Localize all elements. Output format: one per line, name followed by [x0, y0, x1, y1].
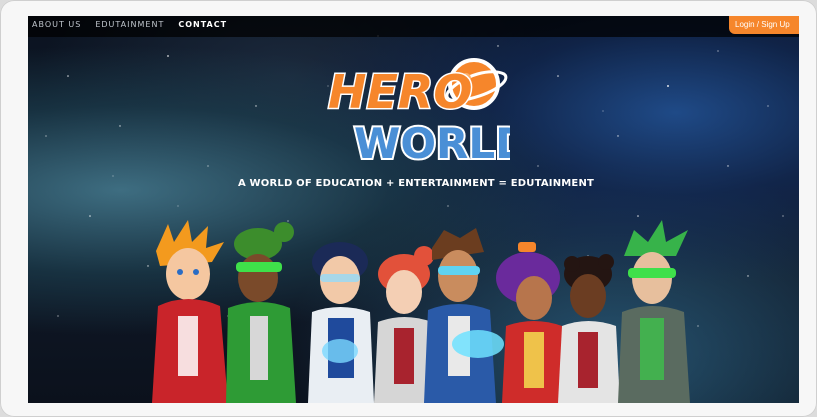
character-curly-hair: [558, 254, 620, 403]
device-frame: ABOUT US EDUTAINMENT CONTACT Login / Sig…: [0, 0, 817, 417]
character-orange-hair: [152, 220, 228, 403]
character-green-spiky-hair: [618, 220, 690, 403]
character-blue-hair: [308, 242, 374, 403]
hero-characters-illustration: [152, 220, 690, 403]
website-screen: ABOUT US EDUTAINMENT CONTACT Login / Sig…: [28, 16, 799, 403]
character-purple-hair: [496, 242, 566, 403]
character-brown-hair: [424, 228, 504, 403]
character-green-visor: [226, 222, 296, 403]
